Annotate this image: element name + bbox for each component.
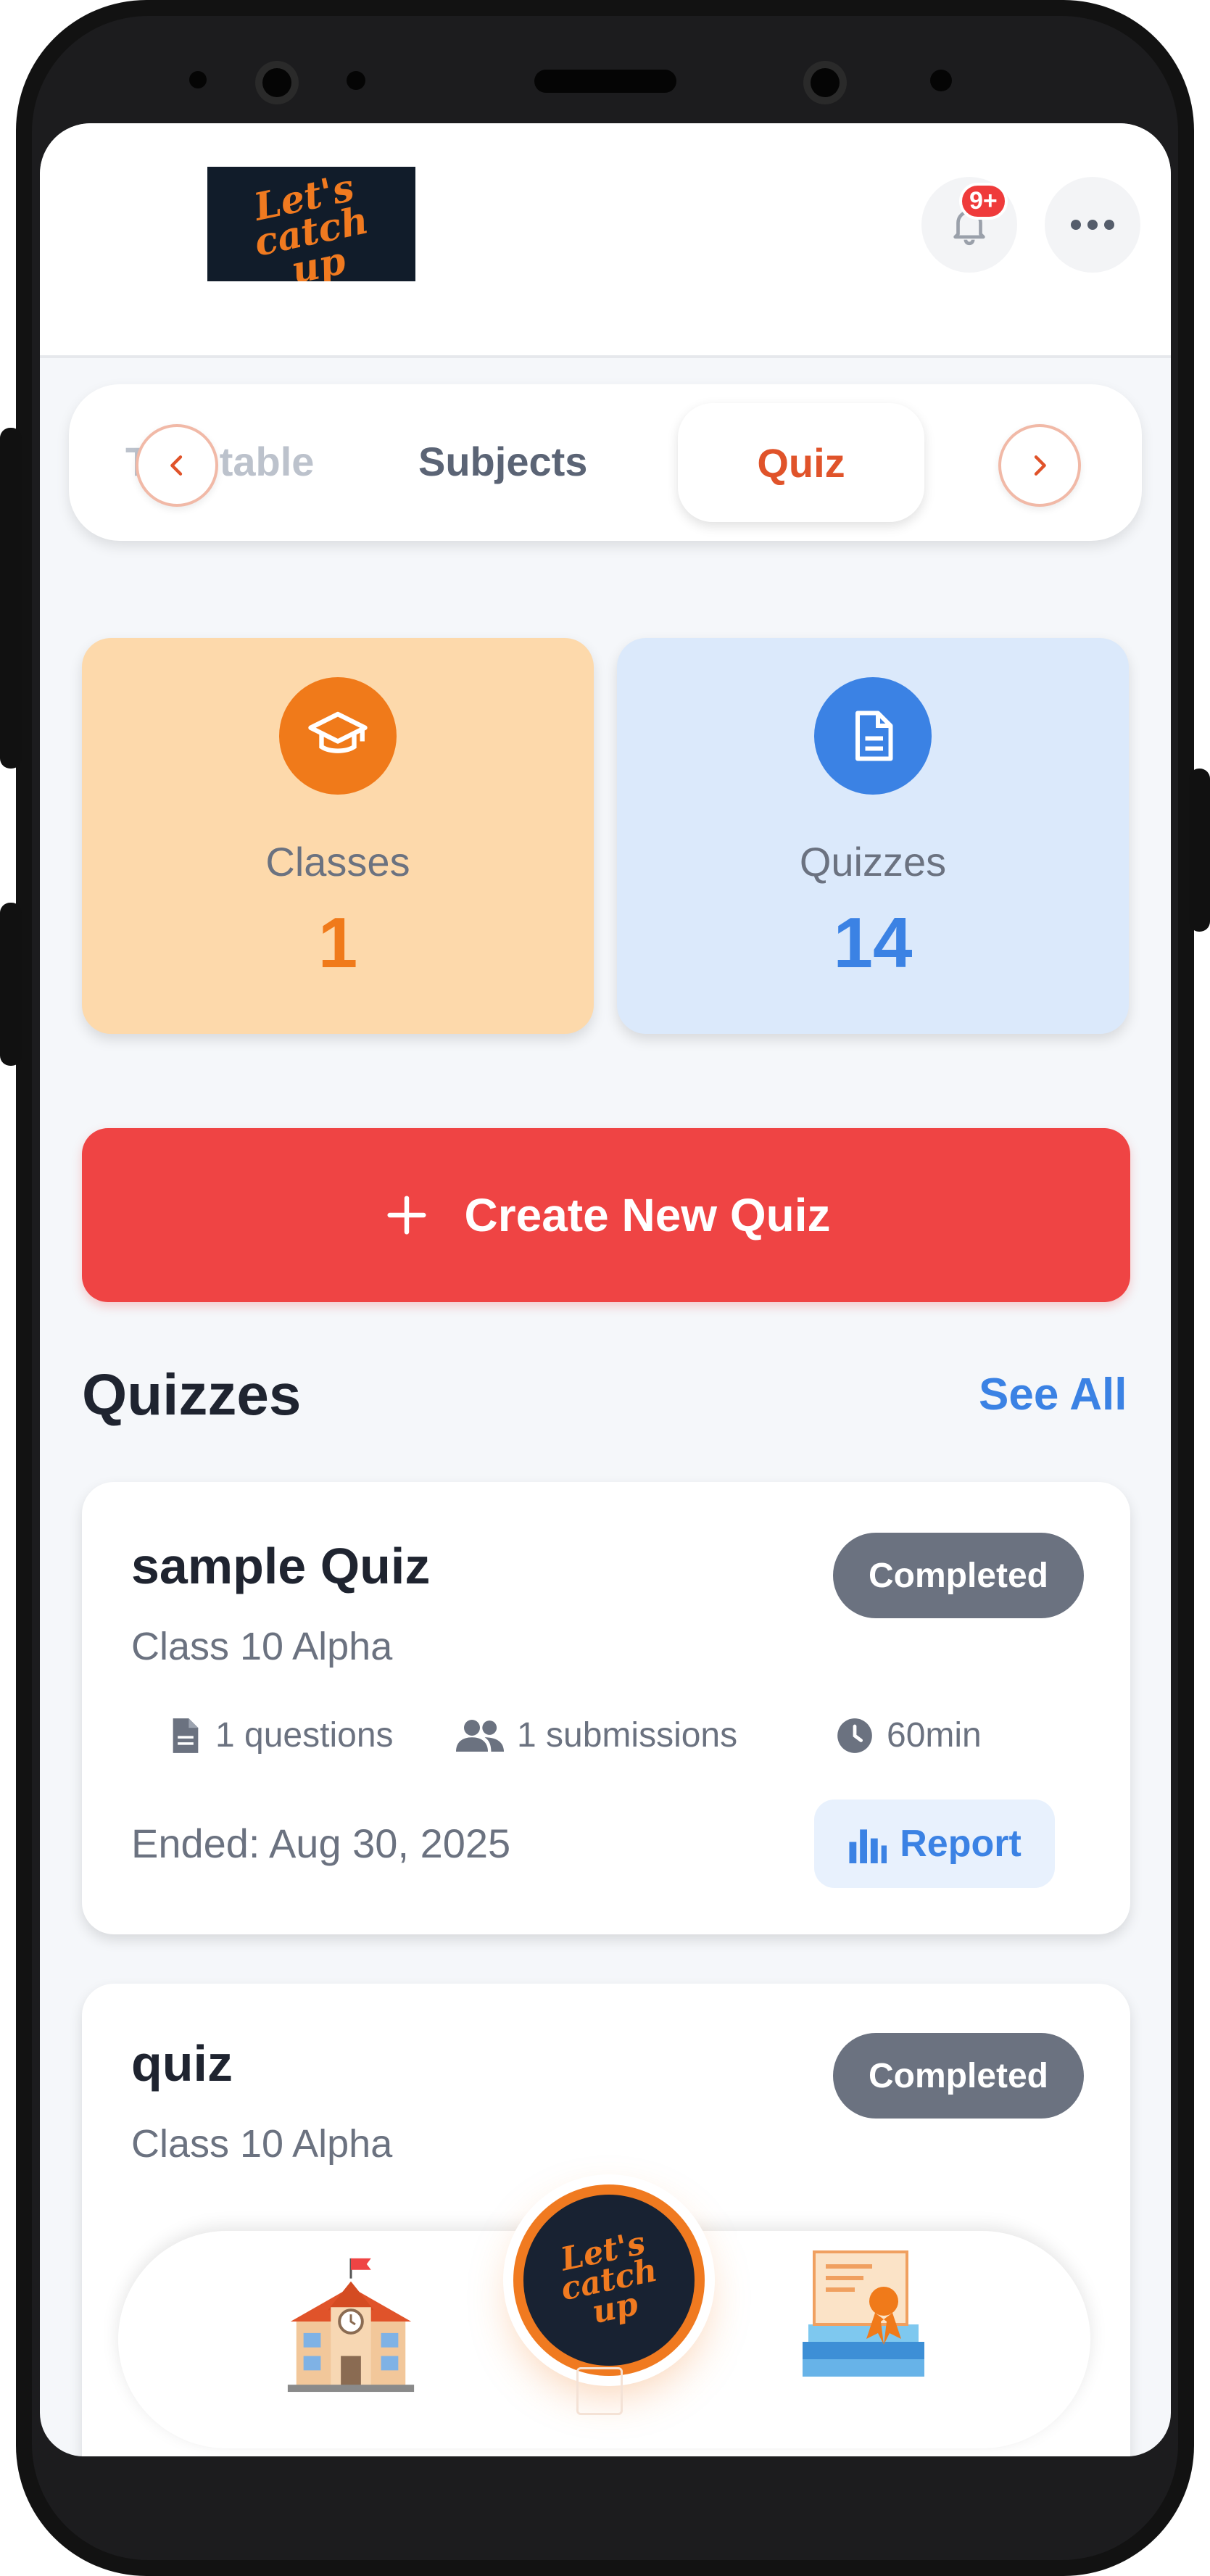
rear-sensor-lens <box>811 68 840 97</box>
earpiece-speaker <box>534 70 676 93</box>
quiz-ended-date: Ended: Aug 30, 2025 <box>131 1821 511 1866</box>
quiz-title: sample Quiz <box>131 1538 431 1594</box>
sensor-dot <box>930 70 952 91</box>
quiz-class: Class 10 Alpha <box>131 1625 393 1668</box>
submission-count: 1 submissions <box>456 1715 737 1755</box>
more-button[interactable] <box>1045 177 1140 273</box>
app-screen: Let's catch up 9+ Timetable Subjects Qui… <box>40 123 1171 2456</box>
quiz-title: quiz <box>131 2035 233 2092</box>
sensor-dot <box>189 71 207 88</box>
power-button-right <box>1189 769 1210 932</box>
quizzes-stat-card[interactable]: Quizzes 14 <box>617 638 1129 1034</box>
tab-bar: Timetable Subjects Quiz <box>69 384 1142 541</box>
notification-badge: 9+ <box>959 183 1008 220</box>
classes-stat-card[interactable]: Classes 1 <box>82 638 594 1034</box>
document-icon <box>814 677 932 795</box>
app-logo-icon[interactable]: Let's catch up <box>513 2184 705 2376</box>
classes-label: Classes <box>265 839 410 885</box>
see-all-link[interactable]: See All <box>979 1369 1127 1420</box>
file-icon <box>173 1718 199 1753</box>
chevron-left-icon <box>170 455 183 476</box>
plus-icon <box>387 1196 427 1235</box>
graduation-cap-icon <box>279 677 397 795</box>
center-indicator <box>576 2367 623 2415</box>
chevron-right-icon <box>1034 455 1046 476</box>
status-badge: Completed <box>833 2033 1084 2119</box>
quiz-class: Class 10 Alpha <box>131 2122 393 2166</box>
certificate-books-icon[interactable] <box>794 2240 939 2385</box>
users-icon <box>456 1719 504 1752</box>
create-new-quiz-button[interactable]: Create New Quiz <box>82 1128 1130 1302</box>
tab-subjects[interactable]: Subjects <box>418 438 587 485</box>
more-horizontal-icon <box>1071 220 1114 230</box>
status-badge: Completed <box>833 1533 1084 1618</box>
classes-count: 1 <box>318 903 358 982</box>
quizzes-count: 14 <box>833 903 913 982</box>
create-new-quiz-label: Create New Quiz <box>464 1189 831 1241</box>
tabs-next-button[interactable] <box>998 424 1081 507</box>
quizzes-section-title: Quizzes <box>82 1362 302 1427</box>
app-header: Let's catch up 9+ <box>40 123 1171 358</box>
volume-button <box>0 428 22 769</box>
tab-quiz[interactable]: Quiz <box>678 403 924 522</box>
question-count: 1 questions <box>169 1715 394 1755</box>
bar-chart-icon <box>849 1829 887 1863</box>
quiz-duration: 60min <box>836 1715 982 1755</box>
notification-button[interactable]: 9+ <box>921 177 1017 273</box>
quiz-card[interactable]: sample Quiz Class 10 Alpha Completed 1 q… <box>82 1482 1130 1934</box>
power-button-left <box>0 903 22 1066</box>
front-camera-lens <box>262 68 291 97</box>
report-button[interactable]: Report <box>814 1800 1055 1888</box>
sensor-dot <box>347 71 365 90</box>
clock-icon <box>837 1718 872 1753</box>
tabs-prev-button[interactable] <box>136 424 218 507</box>
quizzes-label: Quizzes <box>799 839 947 885</box>
school-building-icon[interactable] <box>279 2251 423 2398</box>
app-logo[interactable]: Let's catch up <box>207 167 415 281</box>
